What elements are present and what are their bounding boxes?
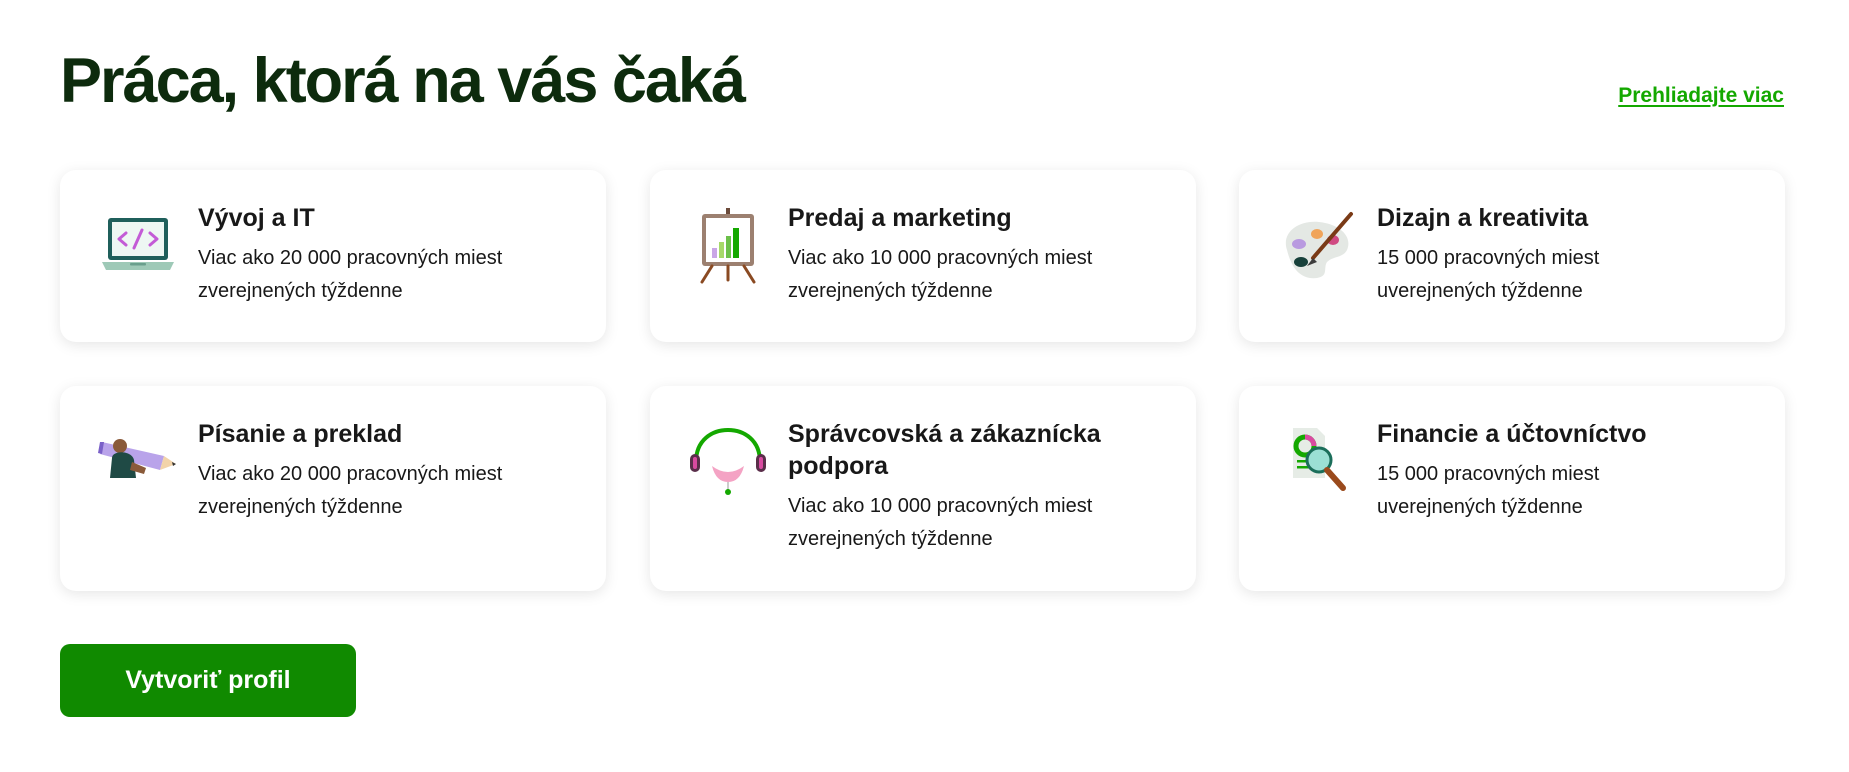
category-title: Financie a účtovníctvo [1377,420,1647,448]
category-title: Dizajn a kreativita [1377,204,1589,232]
headset-icon [688,422,768,502]
category-description: Viac ako 20 000 pracovných miest zverejn… [198,463,503,518]
category-card-design-creative[interactable]: Dizajn a kreativita 15 000 pracovných mi… [1239,170,1785,342]
category-card-admin-support[interactable]: Správcovská a zákaznícka podpora Viac ak… [650,386,1196,591]
paint-palette-icon [1277,206,1357,286]
category-description: Viac ako 10 000 pracovných miest zverejn… [788,247,1093,302]
category-description: Viac ako 10 000 pracovných miest zverejn… [788,495,1093,550]
browse-more-link[interactable]: Prehliadajte viac [1618,84,1784,108]
pencil-writer-icon [98,422,178,502]
category-title: Správcovská a zákaznícka podpora [788,420,1101,480]
category-card-development-it[interactable]: Vývoj a IT Viac ako 20 000 pracovných mi… [60,170,606,342]
category-description: 15 000 pracovných miest uverejnených týž… [1377,463,1600,518]
create-profile-button[interactable]: Vytvoriť profil [60,644,356,717]
laptop-code-icon [98,206,178,286]
category-card-sales-marketing[interactable]: Predaj a marketing Viac ako 10 000 praco… [650,170,1196,342]
category-card-writing-translation[interactable]: Písanie a preklad Viac ako 20 000 pracov… [60,386,606,591]
category-description: 15 000 pracovných miest uverejnených týž… [1377,247,1600,302]
chart-easel-icon [688,206,768,286]
magnifier-report-icon [1277,422,1357,502]
category-description: Viac ako 20 000 pracovných miest zverejn… [198,247,503,302]
section-header: Práca, ktorá na vás čaká Prehliadajte vi… [60,40,1784,130]
category-title: Predaj a marketing [788,204,1012,232]
category-card-finance-accounting[interactable]: Financie a účtovníctvo 15 000 pracovných… [1239,386,1785,591]
category-title: Písanie a preklad [198,420,403,448]
page-title: Práca, ktorá na vás čaká [60,46,746,116]
category-title: Vývoj a IT [198,204,315,232]
